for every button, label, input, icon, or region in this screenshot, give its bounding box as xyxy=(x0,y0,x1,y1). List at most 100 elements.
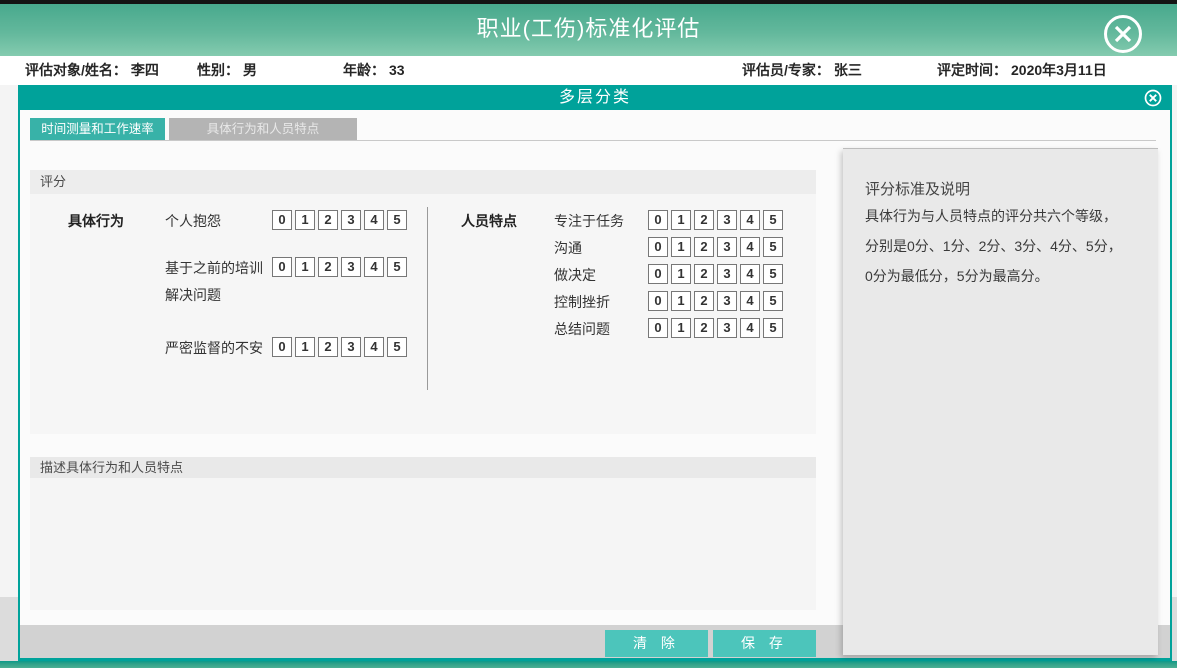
group-label-personnel: 人员特点 xyxy=(461,211,517,231)
score-box-0[interactable]: 0 xyxy=(648,318,668,338)
score-box-1[interactable]: 1 xyxy=(671,264,691,284)
group-label-behavior: 具体行为 xyxy=(68,211,124,231)
score-box-3[interactable]: 3 xyxy=(717,237,737,257)
score-box-4[interactable]: 4 xyxy=(740,264,760,284)
score-box-0[interactable]: 0 xyxy=(648,210,668,230)
info-value: 张三 xyxy=(834,62,862,78)
score-box-4[interactable]: 4 xyxy=(740,318,760,338)
help-panel-title: 评分标准及说明 xyxy=(865,178,970,199)
score-box-2[interactable]: 2 xyxy=(318,210,338,230)
score-box-0[interactable]: 0 xyxy=(648,264,668,284)
save-button[interactable]: 保 存 xyxy=(713,630,816,657)
score-box-3[interactable]: 3 xyxy=(717,264,737,284)
description-section-body xyxy=(30,478,816,610)
row-label-complaint: 个人抱怨 xyxy=(165,213,221,229)
score-box-2[interactable]: 2 xyxy=(694,264,714,284)
score-scale-communication: 012345 xyxy=(648,237,786,257)
score-box-4[interactable]: 4 xyxy=(364,257,384,277)
row-label-training-line2: 解决问题 xyxy=(165,287,221,303)
score-box-3[interactable]: 3 xyxy=(341,210,361,230)
score-box-4[interactable]: 4 xyxy=(740,210,760,230)
score-scale-decision: 012345 xyxy=(648,264,786,284)
score-box-1[interactable]: 1 xyxy=(671,210,691,230)
score-box-3[interactable]: 3 xyxy=(717,210,737,230)
score-scale-supervision: 012345 xyxy=(272,337,410,357)
score-box-2[interactable]: 2 xyxy=(694,291,714,311)
info-label: 评估对象/姓名： xyxy=(25,62,127,78)
tab-behavior-personnel[interactable]: 具体行为和人员特点 xyxy=(169,118,357,140)
row-label-communication: 沟通 xyxy=(554,240,582,256)
info-value: 李四 xyxy=(131,62,159,78)
score-box-5[interactable]: 5 xyxy=(763,291,783,311)
info-value: 男 xyxy=(243,62,257,78)
score-box-4[interactable]: 4 xyxy=(364,210,384,230)
info-field-assessor: 评估员/专家：张三 xyxy=(742,56,862,85)
row-label-supervision: 严密监督的不安 xyxy=(165,340,263,356)
score-box-3[interactable]: 3 xyxy=(717,291,737,311)
circle-x-close-icon xyxy=(1102,42,1144,59)
column-divider xyxy=(427,207,428,390)
row-label-frustration: 控制挫折 xyxy=(554,294,610,310)
help-text-line: 分别是0分、1分、2分、3分、4分、5分， xyxy=(865,236,1122,256)
score-scale-focus-task: 012345 xyxy=(648,210,786,230)
row-label-focus-task: 专注于任务 xyxy=(554,213,624,229)
score-box-5[interactable]: 5 xyxy=(763,318,783,338)
description-section-header: 描述具体行为和人员特点 xyxy=(30,457,816,478)
score-box-2[interactable]: 2 xyxy=(318,337,338,357)
tab-underline xyxy=(30,140,1156,141)
info-field-age: 年龄：33 xyxy=(343,56,405,85)
score-box-5[interactable]: 5 xyxy=(763,237,783,257)
dialog-close-button[interactable] xyxy=(1144,89,1162,107)
circle-x-close-icon xyxy=(1144,94,1162,111)
window-bottom-strip xyxy=(0,661,1177,668)
score-box-4[interactable]: 4 xyxy=(364,337,384,357)
info-label: 评定时间： xyxy=(937,62,1007,78)
score-box-4[interactable]: 4 xyxy=(740,291,760,311)
score-scale-frustration: 012345 xyxy=(648,291,786,311)
score-box-1[interactable]: 1 xyxy=(671,291,691,311)
score-box-3[interactable]: 3 xyxy=(341,257,361,277)
score-box-2[interactable]: 2 xyxy=(694,318,714,338)
score-box-5[interactable]: 5 xyxy=(387,210,407,230)
score-section-header: 评分 xyxy=(30,170,816,194)
score-box-0[interactable]: 0 xyxy=(272,210,292,230)
score-box-0[interactable]: 0 xyxy=(648,237,668,257)
info-field-gender: 性别：男 xyxy=(197,56,257,85)
score-box-1[interactable]: 1 xyxy=(671,318,691,338)
score-box-5[interactable]: 5 xyxy=(763,210,783,230)
clear-button[interactable]: 清 除 xyxy=(605,630,708,657)
row-label-decision: 做决定 xyxy=(554,267,596,283)
app-close-button[interactable] xyxy=(1102,13,1144,55)
score-scale-training: 012345 xyxy=(272,257,410,277)
info-label: 评估员/专家： xyxy=(742,62,830,78)
score-scale-complaint: 012345 xyxy=(272,210,410,230)
score-box-2[interactable]: 2 xyxy=(694,237,714,257)
info-value: 33 xyxy=(389,62,405,78)
score-box-0[interactable]: 0 xyxy=(272,337,292,357)
score-box-2[interactable]: 2 xyxy=(318,257,338,277)
help-text-line: 0分为最低分，5分为最高分。 xyxy=(865,266,1049,286)
score-box-5[interactable]: 5 xyxy=(387,337,407,357)
score-scale-summarize: 012345 xyxy=(648,318,786,338)
score-box-4[interactable]: 4 xyxy=(740,237,760,257)
score-box-3[interactable]: 3 xyxy=(717,318,737,338)
info-label: 年龄： xyxy=(343,62,385,78)
info-field-name: 评估对象/姓名：李四 xyxy=(25,56,159,85)
score-box-0[interactable]: 0 xyxy=(272,257,292,277)
score-box-0[interactable]: 0 xyxy=(648,291,668,311)
info-label: 性别： xyxy=(197,62,239,78)
score-box-2[interactable]: 2 xyxy=(694,210,714,230)
info-field-date: 评定时间：2020年3月11日 xyxy=(937,56,1107,85)
tab-time-measure-work-rate[interactable]: 时间测量和工作速率 xyxy=(30,118,165,140)
app-title: 职业(工伤)标准化评估 xyxy=(0,4,1177,56)
row-label-summarize: 总结问题 xyxy=(554,321,610,337)
score-box-5[interactable]: 5 xyxy=(387,257,407,277)
score-box-1[interactable]: 1 xyxy=(295,257,315,277)
help-text-line: 具体行为与人员特点的评分共六个等级， xyxy=(865,206,1117,226)
score-box-1[interactable]: 1 xyxy=(295,210,315,230)
score-box-1[interactable]: 1 xyxy=(671,237,691,257)
description-textarea[interactable] xyxy=(30,478,816,610)
score-box-5[interactable]: 5 xyxy=(763,264,783,284)
score-box-3[interactable]: 3 xyxy=(341,337,361,357)
score-box-1[interactable]: 1 xyxy=(295,337,315,357)
